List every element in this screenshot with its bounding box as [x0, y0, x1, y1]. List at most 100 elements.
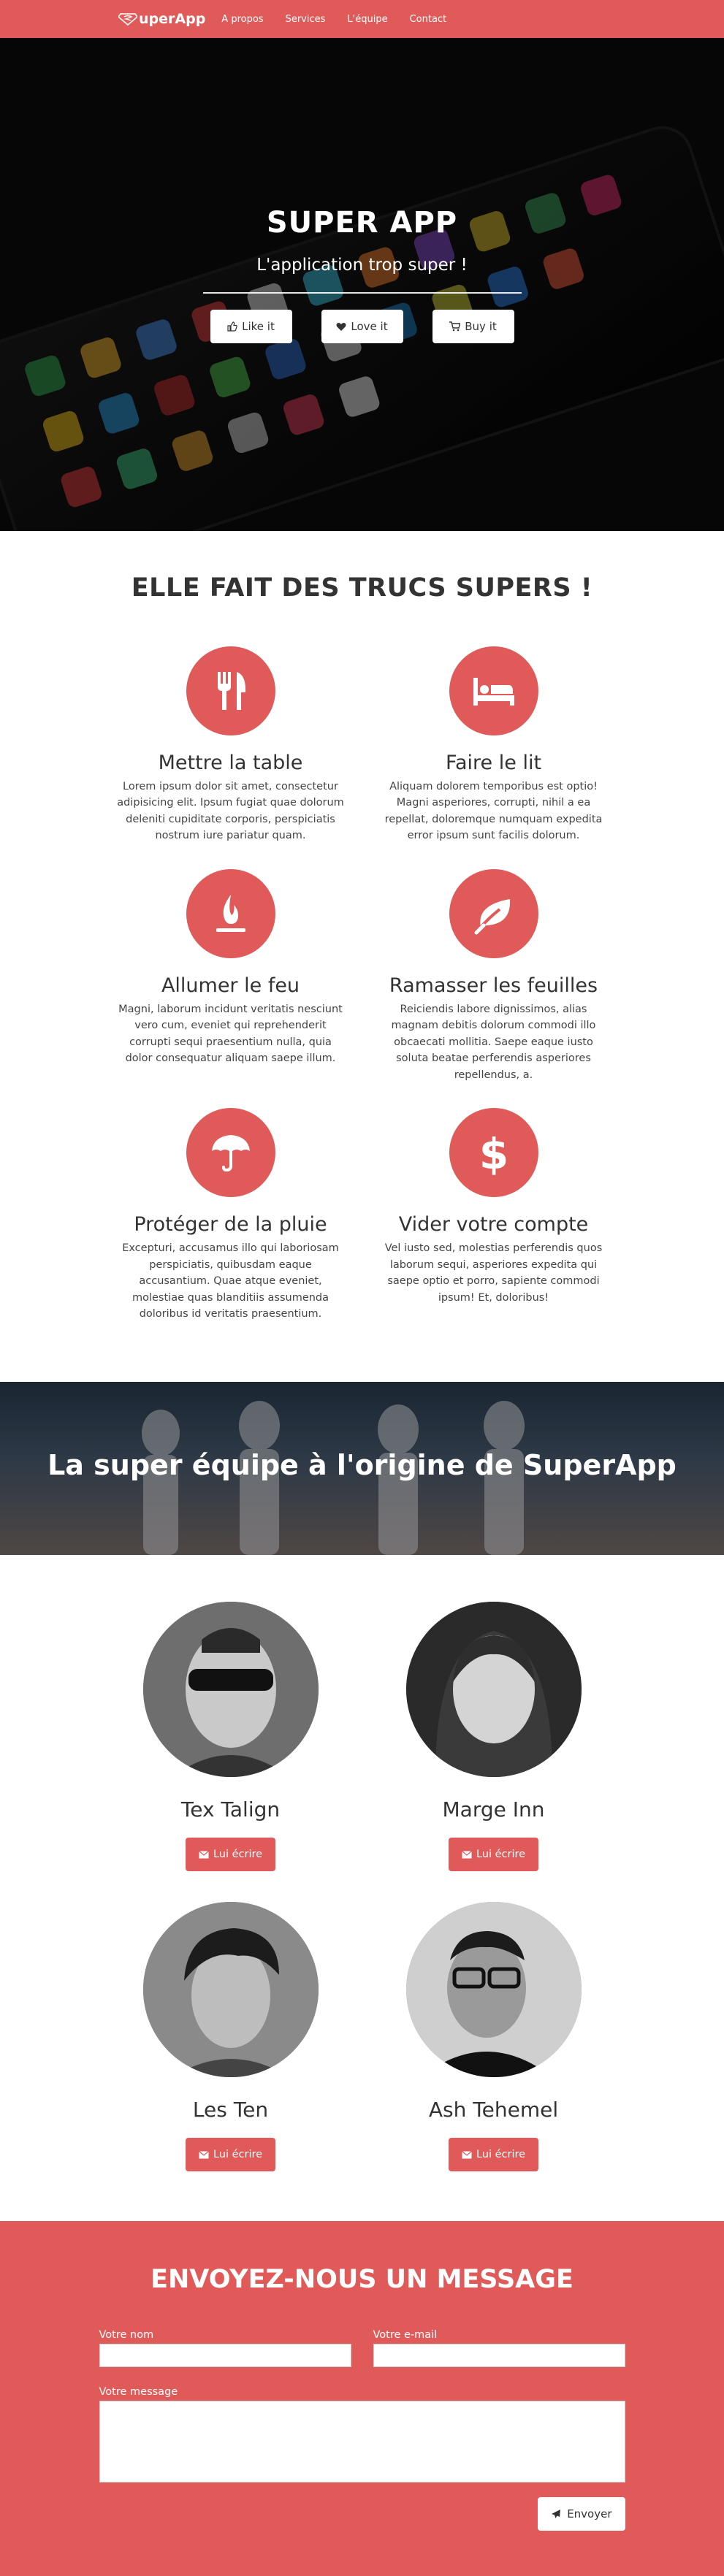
member-photo [142, 1902, 319, 2077]
message-label: Votre message [99, 2386, 178, 2398]
thumbs-up-icon [227, 321, 237, 332]
hero-buttons: Like it Love it Buy it [0, 310, 724, 343]
team-member: Marge Inn Lui écrire [362, 1602, 625, 1871]
hero-section: SUPER APP L'application trop super ! Lik… [0, 38, 724, 531]
hero-divider [202, 292, 522, 294]
cart-icon [449, 321, 461, 332]
send-button[interactable]: Envoyer [538, 2497, 625, 2531]
feature-text: Reiciendis labore dignissimos, alias mag… [391, 1003, 596, 1081]
feature-icon-circle [186, 646, 275, 735]
member-photo [405, 1602, 582, 1777]
avatar [142, 1602, 319, 1777]
team-grid: Tex Talign Lui écrire Marge Inn Lui écri… [99, 1602, 625, 2171]
message-textarea[interactable] [99, 2401, 625, 2483]
name-label: Votre nom [99, 2329, 154, 2341]
contact-member-button-label: Lui écrire [476, 1849, 526, 1860]
email-input[interactable] [373, 2344, 625, 2367]
nav-link-apropos[interactable]: A propos [221, 14, 263, 25]
feature-icon-circle [186, 868, 275, 958]
email-label: Votre e-mail [373, 2329, 438, 2341]
like-button-label: Like it [242, 320, 275, 333]
send-button-label: Envoyer [567, 2507, 612, 2520]
email-field-group: Votre e-mail [373, 2329, 625, 2367]
feature-title: Allumer le feu [161, 974, 300, 997]
nav-link-contact[interactable]: Contact [410, 14, 447, 25]
feature-item: Mettre la table Lorem ipsum dolor sit am… [99, 646, 362, 844]
brand-logo[interactable]: uperApp [118, 11, 205, 27]
love-button[interactable]: Love it [321, 310, 403, 343]
contact-member-button-label: Lui écrire [476, 2149, 526, 2160]
team-member: Les Ten Lui écrire [99, 1902, 362, 2171]
cutlery-icon [217, 672, 245, 710]
contact-member-button[interactable]: Lui écrire [185, 1838, 276, 1871]
contact-member-button[interactable]: Lui écrire [448, 1838, 539, 1871]
feature-title: Protéger de la pluie [134, 1213, 327, 1237]
avatar [405, 1902, 582, 2077]
bed-icon [473, 678, 514, 706]
team-banner-title: La super équipe à l'origine de SuperApp [47, 1449, 677, 1481]
love-button-label: Love it [351, 320, 388, 333]
feature-text: Magni, laborum incidunt veritatis nesciu… [118, 1003, 343, 1065]
feature-item: Faire le lit Aliquam dolorem temporibus … [362, 646, 625, 844]
feature-title: Ramasser les feuilles [389, 974, 598, 997]
member-photo [142, 1602, 319, 1777]
team-banner: La super équipe à l'origine de SuperApp [0, 1382, 724, 1555]
feature-text: Lorem ipsum dolor sit amet, consectetur … [117, 781, 344, 842]
feature-icon-circle [186, 1108, 275, 1198]
team-section: Tex Talign Lui écrire Marge Inn Lui écri… [0, 1555, 724, 2221]
team-member: Tex Talign Lui écrire [99, 1602, 362, 1871]
umbrella-icon [211, 1135, 250, 1172]
form-row: Votre nom Votre e-mail [99, 2329, 625, 2367]
paper-plane-icon [552, 2510, 561, 2518]
envelope-icon [462, 2150, 472, 2158]
send-row: Envoyer [99, 2497, 625, 2531]
feature-title: Faire le lit [445, 752, 542, 774]
message-field-group: Votre message [99, 2386, 625, 2483]
brand-name: uperApp [139, 11, 206, 27]
features-title: ELLE FAIT DES TRUCS SUPERS ! [131, 573, 593, 603]
svg-text:$: $ [479, 1129, 508, 1176]
envelope-icon [462, 1850, 472, 1858]
nav-link-equipe[interactable]: L'équipe [347, 14, 387, 25]
hero-subtitle: L'application trop super ! [256, 256, 468, 275]
feature-icon-circle: $ [449, 1108, 538, 1198]
avatar [142, 1902, 319, 2077]
member-name: Les Ten [192, 2098, 269, 2122]
feature-icon-circle [449, 868, 538, 958]
member-name: Tex Talign [180, 1797, 281, 1822]
feature-item: $ Vider votre compte Vel iusto sed, mole… [362, 1108, 625, 1322]
heart-icon [336, 322, 346, 331]
feature-item: Protéger de la pluie Excepturi, accusamu… [99, 1108, 362, 1322]
nav-link-services[interactable]: Services [286, 14, 326, 25]
leaf-icon [474, 898, 510, 935]
features-grid: Mettre la table Lorem ipsum dolor sit am… [99, 646, 625, 1323]
features-section: ELLE FAIT DES TRUCS SUPERS ! Mettre la t… [0, 531, 724, 1382]
contact-member-button-label: Lui écrire [213, 2149, 263, 2160]
hero-content: SUPER APP L'application trop super ! Lik… [0, 206, 724, 343]
feature-text: Aliquam dolorem temporibus est optio! Ma… [384, 781, 603, 842]
contact-member-button-label: Lui écrire [213, 1849, 263, 1860]
feature-title: Vider votre compte [398, 1213, 589, 1237]
feature-item: Ramasser les feuilles Reiciendis labore … [362, 868, 625, 1083]
member-name: Marge Inn [442, 1797, 545, 1822]
contact-member-button[interactable]: Lui écrire [185, 2138, 276, 2171]
fire-icon [216, 894, 245, 932]
buy-button-label: Buy it [465, 320, 497, 333]
envelope-icon [199, 1850, 209, 1858]
member-name: Ash Tehemel [428, 2098, 559, 2122]
team-member: Ash Tehemel Lui écrire [362, 1902, 625, 2171]
contact-section: ENVOYEZ-NOUS UN MESSAGE Votre nom Votre … [0, 2221, 724, 2576]
feature-icon-circle [449, 646, 538, 735]
name-input[interactable] [99, 2344, 351, 2367]
feature-item: Allumer le feu Magni, laborum incidunt v… [99, 868, 362, 1083]
feature-text: Excepturi, accusamus illo qui laboriosam… [122, 1242, 339, 1321]
buy-button[interactable]: Buy it [432, 310, 514, 343]
contact-member-button[interactable]: Lui écrire [448, 2138, 539, 2171]
name-field-group: Votre nom [99, 2329, 351, 2367]
member-photo [405, 1902, 582, 2077]
contact-form: Votre nom Votre e-mail Votre message Env… [99, 2329, 625, 2531]
like-button[interactable]: Like it [210, 310, 292, 343]
superman-logo-icon [118, 13, 137, 26]
contact-title: ENVOYEZ-NOUS UN MESSAGE [150, 2265, 574, 2294]
envelope-icon [199, 2150, 209, 2158]
